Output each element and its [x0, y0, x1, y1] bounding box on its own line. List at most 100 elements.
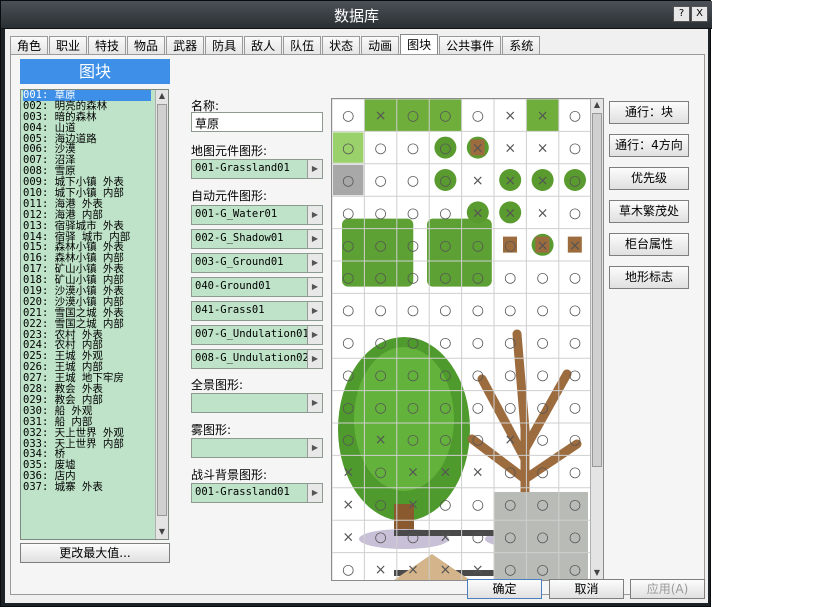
passability-mark[interactable]: ○ [439, 432, 451, 448]
passability-mark[interactable]: ○ [407, 238, 419, 254]
passability-mark[interactable]: × [375, 562, 387, 578]
tab-5[interactable]: 防具 [205, 36, 244, 55]
passability-mark[interactable]: ○ [439, 497, 451, 513]
autotile-field[interactable]: 002-G_Shadow01 ▶ [191, 229, 323, 249]
tab-3[interactable]: 物品 [127, 36, 166, 55]
autotile-field[interactable]: 008-G_Undulation02 ▶ [191, 349, 323, 369]
passability-mark[interactable]: ○ [374, 367, 386, 383]
battleback-arrow-icon[interactable]: ▶ [307, 484, 322, 502]
battleback-field[interactable]: 001-Grassland01 ▶ [191, 483, 323, 503]
passability-mark[interactable]: × [504, 108, 516, 124]
list-item[interactable]: 013: 宿驿城市 外表 [23, 220, 151, 232]
passability-mark[interactable]: ○ [439, 141, 451, 157]
list-item[interactable]: 032: 天上世界 外观 [23, 427, 151, 439]
passability-mark[interactable]: ○ [569, 400, 581, 416]
passability-mark[interactable]: ○ [536, 335, 548, 351]
passability-mark[interactable]: × [569, 238, 581, 254]
passability-mark[interactable]: ○ [504, 270, 516, 286]
passability-mark[interactable]: ○ [439, 270, 451, 286]
autotile-field[interactable]: 040-Ground01 ▶ [191, 277, 323, 297]
fog-arrow-icon[interactable]: ▶ [307, 439, 322, 457]
passability-mark[interactable]: ○ [504, 529, 516, 545]
passability-mark[interactable]: ○ [439, 335, 451, 351]
passability-mark[interactable]: ○ [374, 238, 386, 254]
autotile-arrow-icon[interactable]: ▶ [307, 350, 322, 368]
passability-mark[interactable]: × [375, 108, 387, 124]
passability-mark[interactable]: ○ [374, 465, 386, 481]
list-item[interactable]: 031: 船 内部 [23, 416, 151, 428]
tab-11[interactable]: 公共事件 [439, 36, 502, 55]
list-scrollbar[interactable]: ▲ ▼ [155, 90, 168, 539]
passability-mark[interactable]: × [375, 432, 387, 448]
passability-mark[interactable]: × [407, 562, 419, 578]
passability-mark[interactable]: × [407, 497, 419, 513]
passability-mark[interactable]: × [537, 173, 549, 189]
passability-mark[interactable]: ○ [536, 562, 548, 578]
passability-mark[interactable]: ○ [439, 205, 451, 221]
passability-mark[interactable]: × [537, 238, 549, 254]
apply-button[interactable]: 应用(A) [630, 579, 705, 599]
close-button[interactable]: X [691, 6, 708, 22]
passability-mark[interactable]: ○ [504, 562, 516, 578]
passability-mark[interactable]: × [407, 465, 419, 481]
passability-mark[interactable]: ○ [504, 335, 516, 351]
passability-mark[interactable]: ○ [569, 173, 581, 189]
passability-mark[interactable]: ○ [439, 303, 451, 319]
autotile-arrow-icon[interactable]: ▶ [307, 326, 322, 344]
passability-mark[interactable]: ○ [439, 108, 451, 124]
autotile-field[interactable]: 041-Grass01 ▶ [191, 301, 323, 321]
autotile-field[interactable]: 007-G_Undulation01 ▶ [191, 325, 323, 345]
passability-mark[interactable]: ○ [472, 400, 484, 416]
passability-mark[interactable]: ○ [407, 141, 419, 157]
passability-mark[interactable]: ○ [374, 270, 386, 286]
passability-mark[interactable]: ○ [374, 529, 386, 545]
passability-mark[interactable]: ○ [569, 529, 581, 545]
tile-button-4[interactable]: 柜台属性 [609, 233, 689, 256]
passability-mark[interactable]: ○ [472, 335, 484, 351]
passability-mark[interactable]: × [504, 432, 516, 448]
passability-mark[interactable]: ○ [407, 367, 419, 383]
passability-mark[interactable]: × [504, 205, 516, 221]
passability-mark[interactable]: ○ [342, 562, 354, 578]
passability-mark[interactable]: ○ [374, 205, 386, 221]
autotile-arrow-icon[interactable]: ▶ [307, 206, 322, 224]
tileset-graphic-field[interactable]: 001-Grassland01 ▶ [191, 159, 323, 179]
scroll-up-arrow-icon[interactable]: ▲ [156, 90, 168, 102]
passability-mark[interactable]: ○ [374, 497, 386, 513]
passability-mark[interactable]: ○ [472, 270, 484, 286]
passability-mark[interactable]: ○ [472, 238, 484, 254]
tileset-scroll-up-icon[interactable]: ▲ [591, 99, 603, 111]
passability-mark[interactable]: × [472, 465, 484, 481]
tile-button-2[interactable]: 优先级 [609, 167, 689, 190]
passability-mark[interactable]: × [472, 173, 484, 189]
passability-mark[interactable]: ○ [342, 173, 354, 189]
passability-mark[interactable]: ○ [504, 367, 516, 383]
passability-mark[interactable]: ○ [472, 108, 484, 124]
passability-mark[interactable]: ○ [536, 400, 548, 416]
tab-0[interactable]: 角色 [10, 36, 49, 55]
passability-mark[interactable]: ○ [536, 270, 548, 286]
autotile-field[interactable]: 001-G_Water01 ▶ [191, 205, 323, 225]
tileset-arrow-icon[interactable]: ▶ [307, 160, 322, 178]
passability-mark[interactable]: × [440, 529, 452, 545]
passability-mark[interactable]: ○ [342, 205, 354, 221]
list-item[interactable]: 022: 雪国之城 内部 [23, 318, 151, 330]
passability-mark[interactable]: ○ [439, 367, 451, 383]
passability-mark[interactable]: × [504, 173, 516, 189]
tab-12[interactable]: 系统 [502, 36, 541, 55]
passability-mark[interactable]: ○ [472, 367, 484, 383]
passability-mark[interactable]: ○ [407, 432, 419, 448]
list-item[interactable]: 037: 城寨 外表 [23, 482, 151, 493]
passability-mark[interactable]: × [440, 465, 452, 481]
passability-mark[interactable]: ○ [504, 497, 516, 513]
passability-mark[interactable]: × [342, 497, 354, 513]
passability-mark[interactable]: ○ [504, 400, 516, 416]
passability-mark[interactable]: ○ [569, 465, 581, 481]
passability-mark[interactable]: ○ [407, 270, 419, 286]
list-item[interactable]: 004: 山道 [23, 122, 151, 134]
autotile-arrow-icon[interactable]: ▶ [307, 230, 322, 248]
passability-mark[interactable]: ○ [536, 367, 548, 383]
passability-mark[interactable]: ○ [472, 497, 484, 513]
passability-mark[interactable]: ○ [569, 367, 581, 383]
tile-button-3[interactable]: 草木繁茂处 [609, 200, 689, 223]
